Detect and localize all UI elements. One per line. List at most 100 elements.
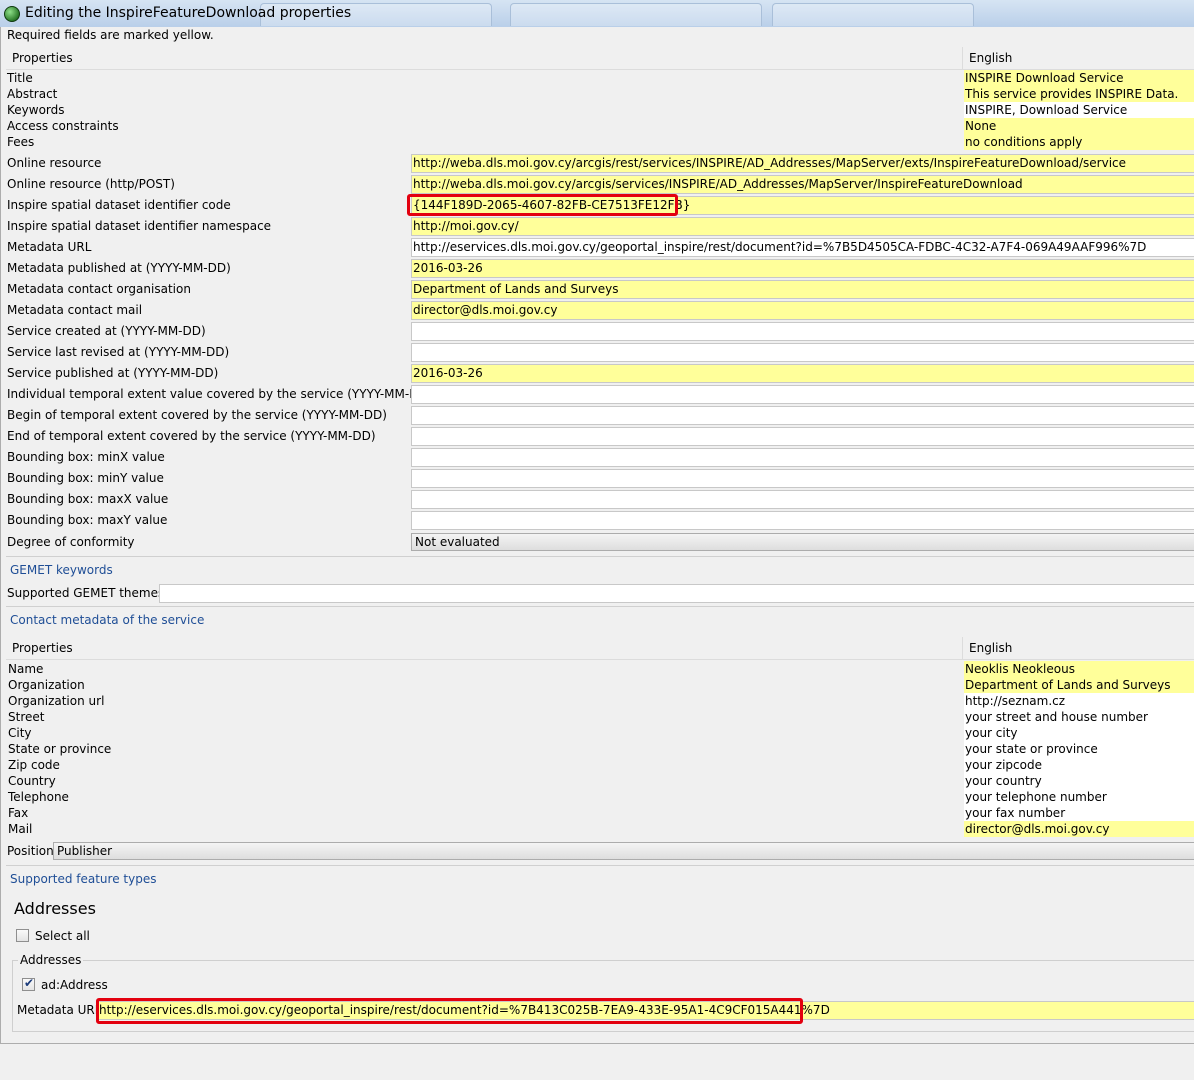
field-input[interactable]: Department of Lands and Surveys [411, 280, 1194, 299]
checkmark-icon: ✔ [24, 976, 35, 990]
field-label: Begin of temporal extent covered by the … [7, 408, 387, 422]
contact-row-label: Country [8, 774, 56, 788]
field-input[interactable] [411, 490, 1194, 509]
field-input[interactable] [411, 322, 1194, 341]
gemet-section-title: GEMET keywords [10, 563, 113, 577]
field-label: Bounding box: maxY value [7, 513, 168, 527]
field-label: Metadata contact mail [7, 303, 143, 317]
field-input[interactable]: http://eservices.dls.moi.gov.cy/geoporta… [411, 238, 1194, 257]
service-table-header: Properties English [6, 47, 1194, 70]
field-label: Bounding box: minY value [7, 471, 164, 485]
conformity-select[interactable]: Not evaluated [411, 533, 1194, 551]
field-input[interactable]: {144F189D-2065-4607-82FB-CE7513FE12FB} [411, 196, 1194, 215]
field-label: Service published at (YYYY-MM-DD) [7, 366, 219, 380]
divider [6, 865, 1194, 866]
field-input[interactable]: 2016-03-26 [411, 364, 1194, 383]
field-label: End of temporal extent covered by the se… [7, 429, 376, 443]
contact-row-value[interactable]: your city [964, 725, 1194, 741]
column-header-english: English [969, 51, 1013, 65]
field-label: Online resource [7, 156, 102, 170]
gemet-themes-label: Supported GEMET themes [7, 586, 165, 600]
service-row-label: Keywords [7, 103, 65, 117]
field-label: Inspire spatial dataset identifier names… [7, 219, 272, 233]
service-row-value[interactable]: INSPIRE Download Service [964, 70, 1194, 86]
field-input[interactable] [411, 511, 1194, 530]
contact-row-value[interactable]: your state or province [964, 741, 1194, 757]
column-header-properties: Properties [12, 641, 73, 655]
contact-row-value[interactable]: Department of Lands and Surveys [964, 677, 1194, 693]
column-header-english: English [969, 641, 1013, 655]
ad-address-label[interactable]: ad:Address [41, 977, 108, 993]
field-input[interactable] [411, 385, 1194, 404]
field-label: Metadata URL [7, 240, 92, 254]
field-input[interactable]: director@dls.moi.gov.cy [411, 301, 1194, 320]
contact-row-value[interactable]: http://seznam.cz [964, 693, 1194, 709]
field-label: Inspire spatial dataset identifier code [7, 198, 231, 212]
globe-icon [4, 6, 20, 22]
field-label: Bounding box: maxX value [7, 492, 169, 506]
service-row-label: Title [7, 71, 33, 85]
contact-row-label: Organization [8, 678, 85, 692]
divider [6, 556, 1194, 557]
field-label: Service last revised at (YYYY-MM-DD) [7, 345, 230, 359]
contact-row-label: Mail [8, 822, 33, 836]
select-all-label[interactable]: Select all [35, 928, 90, 944]
column-divider [962, 637, 963, 659]
field-label: Service created at (YYYY-MM-DD) [7, 324, 206, 338]
contact-row-label: State or province [8, 742, 112, 756]
contact-row-value[interactable]: your fax number [964, 805, 1194, 821]
service-row-label: Abstract [7, 87, 58, 101]
field-input[interactable] [411, 469, 1194, 488]
feature-group-heading: Addresses [14, 899, 96, 918]
feature-types-section-title: Supported feature types [10, 872, 157, 886]
field-input[interactable] [411, 427, 1194, 446]
field-label: Bounding box: minX value [7, 450, 165, 464]
field-label: Online resource (http/POST) [7, 177, 175, 191]
service-row-label: Access constraints [7, 119, 119, 133]
contact-row-label: Street [8, 710, 45, 724]
contact-section-title: Contact metadata of the service [10, 613, 205, 627]
select-all-checkbox[interactable] [16, 929, 29, 942]
conformity-label: Degree of conformity [7, 535, 135, 549]
window-title: Editing the InspireFeatureDownload prope… [25, 5, 352, 21]
contact-row-value[interactable]: your street and house number [964, 709, 1194, 725]
field-input[interactable] [411, 343, 1194, 362]
field-input[interactable]: http://moi.gov.cy/ [411, 217, 1194, 236]
position-select[interactable]: Publisher [53, 842, 1194, 860]
service-row-value[interactable]: no conditions apply [964, 134, 1194, 150]
contact-row-value[interactable]: director@dls.moi.gov.cy [964, 821, 1194, 837]
background-tab [772, 3, 974, 26]
gemet-themes-input[interactable] [159, 584, 1194, 603]
column-header-properties: Properties [12, 51, 73, 65]
service-row-value[interactable]: None [964, 118, 1194, 134]
field-label: Metadata contact organisation [7, 282, 191, 296]
feature-metadata-url-input[interactable]: http://eservices.dls.moi.gov.cy/geoporta… [97, 1001, 1194, 1020]
column-divider [962, 47, 963, 69]
contact-row-label: Fax [8, 806, 29, 820]
ad-address-checkbox[interactable]: ✔ [22, 976, 35, 991]
contact-row-label: Zip code [8, 758, 60, 772]
service-row-value[interactable]: This service provides INSPIRE Data. [964, 86, 1194, 102]
service-row-label: Fees [7, 135, 35, 149]
contact-row-value[interactable]: your zipcode [964, 757, 1194, 773]
status-strip [0, 1043, 1194, 1080]
field-label: Individual temporal extent value covered… [7, 387, 433, 401]
position-label: Position [7, 844, 54, 858]
field-input[interactable] [411, 406, 1194, 425]
field-input[interactable]: 2016-03-26 [411, 259, 1194, 278]
required-notice: Required fields are marked yellow. [7, 28, 214, 42]
contact-row-label: Telephone [8, 790, 69, 804]
contact-row-label: Organization url [8, 694, 105, 708]
service-row-value[interactable]: INSPIRE, Download Service [964, 102, 1194, 118]
field-input[interactable] [411, 448, 1194, 467]
addresses-groupbox [12, 960, 1194, 1032]
contact-row-value[interactable]: Neoklis Neokleous [964, 661, 1194, 677]
field-input[interactable]: http://weba.dls.moi.gov.cy/arcgis/servic… [411, 175, 1194, 194]
field-input[interactable]: http://weba.dls.moi.gov.cy/arcgis/rest/s… [411, 154, 1194, 173]
background-tab [510, 3, 762, 26]
contact-row-value[interactable]: your country [964, 773, 1194, 789]
contact-row-value[interactable]: your telephone number [964, 789, 1194, 805]
contact-table-header: Properties English [6, 637, 1194, 660]
addresses-group-label: Addresses [18, 952, 84, 968]
field-label: Metadata published at (YYYY-MM-DD) [7, 261, 231, 275]
